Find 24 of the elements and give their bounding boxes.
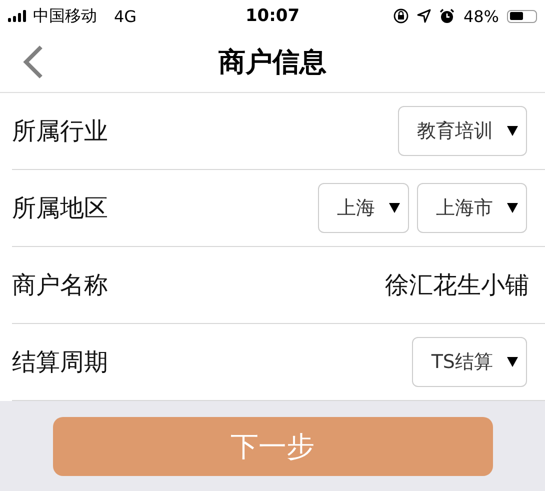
- alarm-icon: [439, 8, 456, 24]
- field-label: 商户名称: [12, 270, 108, 301]
- signal-icon: [8, 10, 28, 22]
- caret-icon: [389, 203, 400, 213]
- dropdown[interactable]: TS结算: [412, 337, 527, 387]
- field-label: 所属行业: [12, 116, 108, 147]
- status-time: 10:07: [245, 6, 300, 26]
- caret-icon: [507, 126, 518, 136]
- caret-icon: [507, 203, 518, 213]
- location-icon: [417, 9, 432, 23]
- field-value: 徐汇花生小铺: [385, 270, 529, 301]
- carrier-name: 中国移动: [33, 6, 97, 26]
- network-type: 4G: [114, 6, 137, 26]
- back-button[interactable]: [22, 45, 44, 79]
- caret-icon: [507, 357, 518, 367]
- dropdown[interactable]: 上海: [318, 183, 409, 233]
- field-label: 结算周期: [12, 347, 108, 378]
- battery-icon: [507, 10, 537, 22]
- battery-percent: 48%: [463, 6, 499, 26]
- page-title: 商户信息: [218, 46, 326, 80]
- field-label: 所属地区: [12, 193, 108, 224]
- dropdown[interactable]: 教育培训: [398, 106, 527, 156]
- rotation-lock-icon: [393, 8, 410, 24]
- dropdown[interactable]: 上海市: [417, 183, 527, 233]
